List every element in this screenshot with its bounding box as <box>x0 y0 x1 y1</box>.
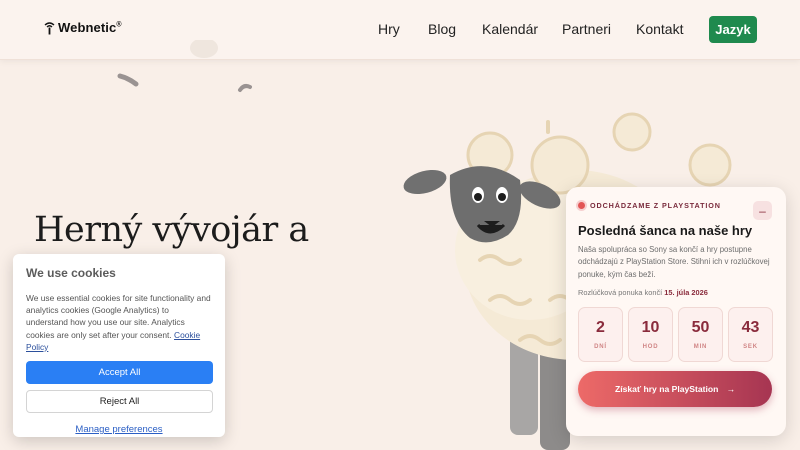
countdown-hours: 10 HOD <box>628 307 673 363</box>
countdown-days: 2 DNÍ <box>578 307 623 363</box>
wifi-logo-icon <box>44 21 55 34</box>
cookie-text: We use essential cookies for site functi… <box>26 293 211 352</box>
nav-kontakt[interactable]: Kontakt <box>636 21 683 37</box>
get-games-playstation-button[interactable]: Získať hry na PlayStation → <box>578 371 772 408</box>
manage-preferences-link[interactable]: Manage preferences <box>26 424 212 435</box>
countdown: 2 DNÍ 10 HOD 50 MIN 43 SEK <box>578 307 774 363</box>
minimize-button[interactable]: – <box>753 201 772 220</box>
deadline-date: 15. júla 2026 <box>664 288 708 298</box>
minus-icon: – <box>759 203 766 218</box>
promo-title: Posledná šanca na naše hry <box>578 223 753 238</box>
countdown-seconds: 43 SEK <box>728 307 773 363</box>
accept-all-button[interactable]: Accept All <box>26 361 213 385</box>
countdown-minutes: 50 MIN <box>678 307 723 363</box>
logo-text: Webnetic® <box>58 20 122 35</box>
nav-hry[interactable]: Hry <box>378 21 400 37</box>
cookie-title: We use cookies <box>26 266 116 280</box>
nav-partneri[interactable]: Partneri <box>562 21 611 37</box>
deadline: Rozlúčková ponuka končí 15. júla 2026 <box>578 288 708 298</box>
cookie-banner: We use cookies We use essential cookies … <box>13 254 225 437</box>
promo-eyebrow: ODCHÁDZAME Z PLAYSTATION <box>578 201 774 210</box>
nav-blog[interactable]: Blog <box>428 21 456 37</box>
eyebrow-text: ODCHÁDZAME Z PLAYSTATION <box>590 201 721 210</box>
logo[interactable]: Webnetic® <box>44 20 122 35</box>
arrow-right-icon: → <box>726 384 736 395</box>
promo-description: Naša spolupráca so Sony sa končí a hry p… <box>578 245 770 279</box>
language-button[interactable]: Jazyk <box>709 16 757 43</box>
reject-all-button[interactable]: Reject All <box>26 390 213 414</box>
hero-title: Herný vývojár a <box>34 210 309 250</box>
nav-kalendar[interactable]: Kalendár <box>482 21 538 37</box>
decorative-particles <box>117 40 252 92</box>
live-dot-icon <box>578 202 585 209</box>
playstation-promo-card: ODCHÁDZAME Z PLAYSTATION – Posledná šanc… <box>566 187 786 436</box>
